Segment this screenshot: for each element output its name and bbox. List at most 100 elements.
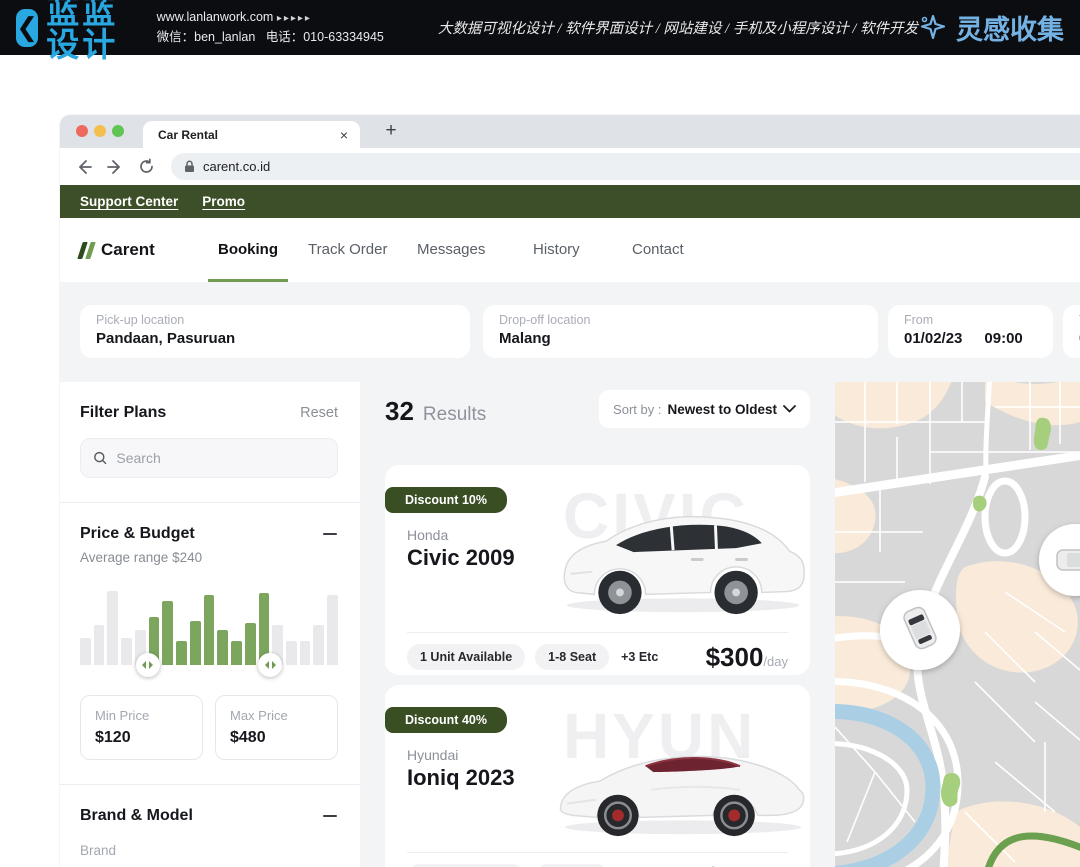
nav-item-track-order[interactable]: Track Order bbox=[308, 218, 387, 282]
browser-tab[interactable]: Car Rental × bbox=[143, 121, 360, 148]
histogram-bar bbox=[162, 601, 173, 665]
car-model: Ioniq 2023 bbox=[407, 765, 515, 791]
car-brand: Hyundai bbox=[407, 747, 458, 763]
price-value: $300 bbox=[706, 642, 764, 673]
url-text: carent.co.id bbox=[203, 159, 270, 174]
forward-button[interactable] bbox=[103, 155, 127, 179]
card-divider bbox=[407, 852, 788, 853]
car-marker bbox=[880, 590, 960, 670]
lanlan-logo-icon: ❮ bbox=[16, 9, 38, 47]
car-image-civic bbox=[553, 491, 809, 623]
sparkle-star-icon bbox=[918, 13, 948, 43]
reset-button[interactable]: Reset bbox=[300, 405, 338, 421]
nav-item-booking[interactable]: Booking bbox=[218, 218, 278, 282]
lanlan-logo: ❮ 蓝蓝设计 bbox=[16, 0, 131, 61]
banner-phone: 电话：010-63334945 bbox=[266, 30, 384, 44]
carent-logo-icon bbox=[80, 242, 93, 259]
dropoff-location-field[interactable]: Drop-off location Malang bbox=[483, 305, 878, 358]
to-datetime-field[interactable]: T 0 bbox=[1063, 305, 1080, 358]
lanlan-logo-text: 蓝蓝设计 bbox=[46, 0, 130, 61]
nav-item-messages[interactable]: Messages bbox=[417, 218, 485, 282]
filter-title: Filter Plans bbox=[80, 404, 166, 422]
histogram-bar bbox=[176, 641, 187, 665]
units-pill: 1 Unit Available bbox=[407, 644, 525, 670]
tab-close-icon[interactable]: × bbox=[340, 128, 348, 142]
histogram-bar bbox=[121, 638, 132, 665]
results-count: 32 bbox=[385, 396, 414, 427]
from-time: 09:00 bbox=[984, 330, 1022, 347]
minimize-window-button[interactable] bbox=[94, 125, 106, 137]
reload-button[interactable] bbox=[134, 155, 158, 179]
chevron-down-icon bbox=[783, 405, 796, 413]
close-window-button[interactable] bbox=[76, 125, 88, 137]
etc-label[interactable]: +3 Etc bbox=[621, 650, 658, 664]
url-bar[interactable]: carent.co.id bbox=[171, 153, 1080, 180]
nav-item-contact[interactable]: Contact bbox=[632, 218, 684, 282]
pickup-location-field[interactable]: Pick-up location Pandaan, Pasuruan bbox=[80, 305, 470, 358]
map-image bbox=[835, 382, 1080, 867]
collapse-brand-button[interactable] bbox=[322, 808, 338, 824]
map-panel[interactable] bbox=[835, 382, 1080, 867]
banner-contact: www.lanlanwork.com ▸▸▸▸▸ 微信：ben_lanlan 电… bbox=[157, 8, 384, 47]
search-icon bbox=[93, 450, 107, 466]
collect-link[interactable]: 灵感收集 bbox=[918, 8, 1064, 47]
filter-sidebar: Filter Plans Reset Price & Budget bbox=[60, 382, 360, 867]
histogram-bar bbox=[190, 621, 201, 665]
zoom-window-button[interactable] bbox=[112, 125, 124, 137]
nav-item-history[interactable]: History bbox=[533, 218, 580, 282]
new-tab-button[interactable]: + bbox=[378, 118, 404, 144]
max-price-value: $480 bbox=[230, 729, 323, 747]
page-content: Pick-up location Pandaan, Pasuruan Drop-… bbox=[60, 282, 1080, 867]
min-price-value: $120 bbox=[95, 729, 188, 747]
site-nav: Carent Booking Track Order Messages Hist… bbox=[60, 218, 1080, 282]
results-panel: 32 Results Sort by : Newest to Oldest CI… bbox=[385, 382, 810, 867]
price-section-title: Price & Budget bbox=[80, 525, 195, 543]
back-button[interactable] bbox=[72, 155, 96, 179]
histogram-bar bbox=[286, 641, 297, 665]
dropoff-label: Drop-off location bbox=[499, 313, 862, 327]
slider-arrows-icon bbox=[142, 661, 153, 669]
from-label: From bbox=[904, 313, 1037, 327]
price-histogram-bars bbox=[80, 585, 338, 665]
pickup-label: Pick-up location bbox=[96, 313, 454, 327]
range-slider-handle-right[interactable] bbox=[258, 653, 282, 677]
site-topbar: Support Center Promo bbox=[60, 185, 1080, 218]
dropoff-value: Malang bbox=[499, 330, 862, 347]
discount-badge: Discount 40% bbox=[385, 707, 507, 733]
search-input[interactable] bbox=[116, 450, 325, 466]
browser-window: Car Rental × + carent.co.id Support Cent… bbox=[60, 115, 1080, 867]
topbar-link-support-center[interactable]: Support Center bbox=[80, 194, 178, 209]
car-card-ioniq[interactable]: HYUN Discount 40% Hyundai Ioniq 2023 1 U… bbox=[385, 685, 810, 867]
banner-services: 大数据可视化设计 / 软件界面设计 / 网站建设 / 手机及小程序设计 / 软件… bbox=[438, 17, 918, 38]
sort-value: Newest to Oldest bbox=[667, 402, 777, 417]
car-model: Civic 2009 bbox=[407, 545, 515, 571]
minus-icon bbox=[322, 526, 338, 542]
min-price-label: Min Price bbox=[95, 708, 188, 723]
tab-title: Car Rental bbox=[158, 128, 340, 142]
filter-search-box[interactable] bbox=[80, 438, 338, 478]
brand-section-title: Brand & Model bbox=[80, 807, 193, 825]
car-brand: Honda bbox=[407, 527, 448, 543]
seats-pill: 1-8 Seat bbox=[535, 644, 609, 670]
price-budget-section: Price & Budget Average range $240 bbox=[60, 502, 360, 784]
carent-logo[interactable]: Carent bbox=[80, 218, 155, 282]
histogram-bar bbox=[204, 595, 215, 665]
from-datetime-field[interactable]: From 01/02/23 09:00 bbox=[888, 305, 1053, 358]
car-card-civic[interactable]: CIVIC Discount 10% Honda Civic 2009 bbox=[385, 465, 810, 675]
histogram-bar bbox=[245, 623, 256, 665]
max-price-field[interactable]: Max Price $480 bbox=[215, 695, 338, 760]
minus-icon bbox=[322, 808, 338, 824]
range-slider-handle-left[interactable] bbox=[136, 653, 160, 677]
histogram-bar bbox=[80, 638, 91, 665]
topbar-link-promo[interactable]: Promo bbox=[202, 194, 245, 209]
pickup-value: Pandaan, Pasuruan bbox=[96, 330, 454, 347]
car-image-ioniq bbox=[553, 711, 809, 843]
collect-label: 灵感收集 bbox=[956, 8, 1064, 47]
sort-prefix: Sort by : bbox=[613, 402, 661, 417]
min-price-field[interactable]: Min Price $120 bbox=[80, 695, 203, 760]
lock-icon bbox=[184, 160, 195, 173]
collapse-price-button[interactable] bbox=[322, 526, 338, 542]
promo-banner: ❮ 蓝蓝设计 www.lanlanwork.com ▸▸▸▸▸ 微信：ben_l… bbox=[0, 0, 1080, 55]
results-count-label: Results bbox=[423, 404, 486, 426]
sort-dropdown[interactable]: Sort by : Newest to Oldest bbox=[599, 390, 810, 428]
